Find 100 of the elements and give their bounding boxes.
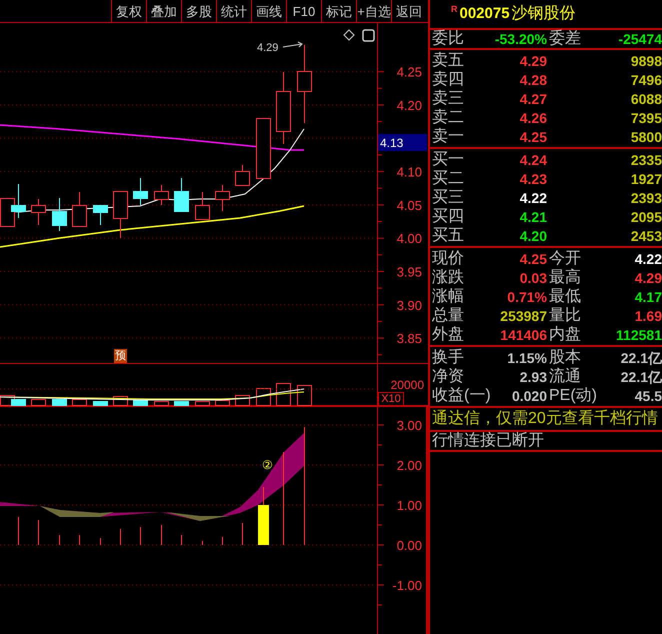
signal-marker: ② xyxy=(262,458,273,472)
candlestick xyxy=(174,178,189,212)
indicator-axis-label: 3.00 xyxy=(396,418,422,433)
field-value: 253987 xyxy=(500,308,547,322)
order-volume: 6088 xyxy=(630,92,662,106)
price-axis-label: 4.20 xyxy=(396,98,422,113)
order-volume: 5800 xyxy=(630,130,662,144)
candlestick xyxy=(72,192,87,227)
order-volume: 2453 xyxy=(630,228,662,242)
field-value: 0.020 xyxy=(512,388,547,402)
current-price-tag xyxy=(378,134,427,151)
candlestick xyxy=(235,164,250,186)
field-label: 委差 xyxy=(549,31,581,47)
toolbar-button[interactable]: 叠加 xyxy=(146,0,181,22)
promo-text: 通达信，仅需20元查看千档行情 xyxy=(432,411,658,427)
price-axis-label: 3.90 xyxy=(396,298,422,313)
field-label: 量比 xyxy=(549,308,581,324)
price-axis-label: 3.95 xyxy=(396,264,422,280)
toolbar-button[interactable]: 统计 xyxy=(216,0,251,22)
field-value: 1.69 xyxy=(634,308,662,322)
price-axis-label: 4.25 xyxy=(396,64,422,80)
candlestick xyxy=(154,184,169,206)
volume-bar xyxy=(133,400,148,406)
field-label: 换手 xyxy=(432,350,464,366)
indicator-stick xyxy=(120,528,121,546)
order-level-label: 卖五 xyxy=(432,52,464,68)
price-axis-label: 4.00 xyxy=(396,231,422,246)
order-level-label: 买四 xyxy=(432,208,464,224)
volume-bar xyxy=(52,399,67,406)
volume-axis-label: 20000 xyxy=(390,378,424,392)
field-value: 4.22 xyxy=(634,252,662,266)
indicator-stick xyxy=(100,538,101,546)
volume-bar xyxy=(215,400,230,406)
field-label: 委比 xyxy=(432,31,464,47)
volume-bar xyxy=(256,388,271,406)
toolbar-button[interactable]: 复权 xyxy=(111,0,146,22)
toolbar-button[interactable]: F10 xyxy=(286,0,321,22)
field-value: 112581 xyxy=(616,328,662,342)
field-label: 最低 xyxy=(549,288,581,304)
indicator-axis-label: 1.00 xyxy=(396,498,422,513)
indicator-stick xyxy=(140,526,141,546)
signal-bar xyxy=(258,505,269,545)
indicator-axis-label: -1.00 xyxy=(392,578,422,593)
toolbar-button[interactable]: 多股 xyxy=(181,0,216,22)
field-label: 收益(一) xyxy=(432,388,491,404)
connection-status: 行情连接已断开 xyxy=(432,433,544,449)
field-label: 涨幅 xyxy=(432,288,464,304)
order-price: 4.22 xyxy=(520,190,547,204)
market-flag-label: R xyxy=(451,3,458,16)
field-value: 1.15% xyxy=(507,350,547,364)
indicator-stick xyxy=(202,540,203,546)
order-price: 4.23 xyxy=(520,172,547,186)
field-value: 141406 xyxy=(500,328,547,342)
field-value: 22.1亿 xyxy=(620,350,662,364)
indicator-stick xyxy=(161,524,162,546)
order-price: 4.21 xyxy=(520,210,547,224)
volume-bar xyxy=(93,401,108,406)
toolbar-button[interactable]: 画线 xyxy=(251,0,286,22)
field-value: 0.03 xyxy=(520,270,547,284)
indicator-stick xyxy=(242,522,243,546)
indicator-stick xyxy=(79,534,80,546)
field-label: 涨跌 xyxy=(432,270,464,286)
field-value: 2.93 xyxy=(520,370,547,384)
scale-button[interactable]: X10 xyxy=(378,392,404,406)
volume-bar xyxy=(195,401,210,406)
order-volume: 7496 xyxy=(630,72,662,86)
price-axis-label: 4.10 xyxy=(396,164,422,180)
volume-bar xyxy=(276,383,291,406)
candlestick xyxy=(215,184,230,212)
order-price: 4.28 xyxy=(520,72,547,86)
toolbar-button[interactable]: 返回 xyxy=(391,0,426,22)
candlestick xyxy=(195,192,210,220)
order-volume: 1927 xyxy=(630,172,662,186)
toolbar-button[interactable]: 标记 xyxy=(321,0,356,22)
indicator-stick xyxy=(18,516,19,546)
volume-bar xyxy=(154,401,169,406)
order-volume: 2393 xyxy=(630,190,662,204)
field-label: 最高 xyxy=(549,270,581,286)
indicator-band xyxy=(166,512,230,521)
field-label: 净资 xyxy=(432,368,464,384)
toolbar-button[interactable]: +自选 xyxy=(356,0,391,22)
current-price-value: 4.13 xyxy=(380,136,404,150)
volume-bar xyxy=(72,399,87,406)
field-value: -53.20% xyxy=(494,32,547,46)
diamond-icon xyxy=(343,29,355,41)
candlestick xyxy=(256,118,271,179)
field-label: 现价 xyxy=(432,250,464,266)
indicator-axis-label: 2.00 xyxy=(396,458,422,473)
price-axis-label: 3.85 xyxy=(396,331,422,346)
field-value: 22.1亿 xyxy=(620,370,662,384)
field-label: 股本 xyxy=(549,350,581,366)
indicator-stick xyxy=(222,536,223,546)
field-value: -25474 xyxy=(618,32,662,46)
field-label: 外盘 xyxy=(432,326,464,342)
candlestick xyxy=(11,184,26,218)
order-level-label: 卖四 xyxy=(432,72,464,88)
volume-bar xyxy=(297,385,312,406)
order-level-label: 买二 xyxy=(432,170,464,186)
order-level-label: 买三 xyxy=(432,190,464,206)
field-label: 总量 xyxy=(432,308,464,324)
